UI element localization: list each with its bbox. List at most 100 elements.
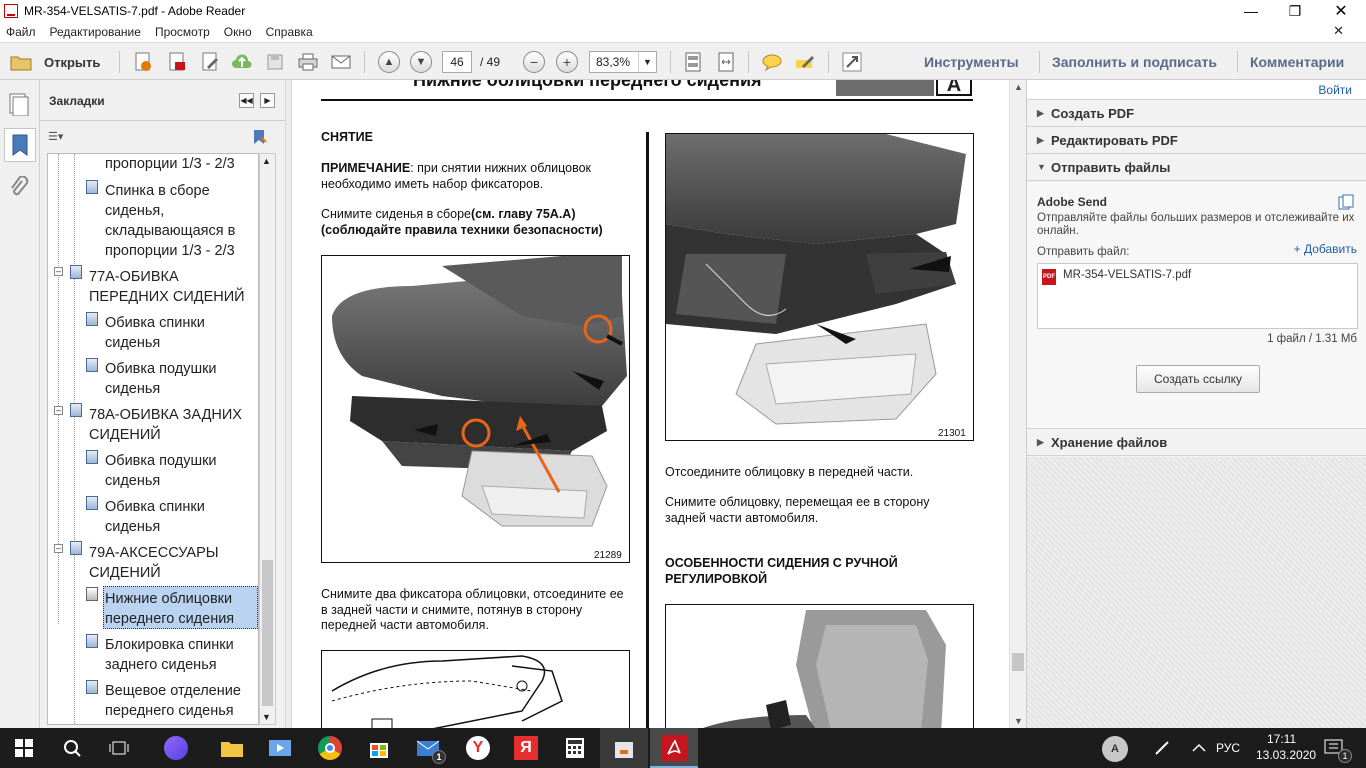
menu-window[interactable]: Окно	[224, 25, 252, 39]
scroll-up-icon[interactable]: ▲	[262, 156, 271, 166]
collapse-panel-icon[interactable]: ◀◀	[239, 93, 254, 108]
upload-cloud-icon[interactable]	[229, 50, 255, 74]
bookmarks-scrollbar[interactable]: ▲ ▼	[259, 153, 276, 725]
header-code-letter: A	[936, 80, 972, 96]
collapse-arrow-icon: ▼	[1037, 162, 1046, 172]
figure-seat-bottom	[321, 650, 630, 728]
java-icon[interactable]	[610, 734, 638, 762]
bookmark-item[interactable]: Обивка подушки сиденья	[105, 359, 255, 399]
bookmark-item[interactable]: Спинка в сборе сиденья, складывающаяся в…	[105, 181, 255, 261]
scroll-thumb[interactable]	[1012, 653, 1024, 671]
calculator-icon[interactable]	[561, 734, 589, 762]
page-thumbnails-icon[interactable]	[8, 92, 30, 119]
file-storage-section[interactable]: ▶ Хранение файлов	[1027, 429, 1366, 456]
menu-edit[interactable]: Редактирование	[50, 25, 141, 39]
media-player-icon[interactable]	[266, 734, 294, 762]
header-code-box	[836, 80, 934, 96]
menu-file[interactable]: Файл	[6, 25, 36, 39]
scroll-thumb[interactable]	[262, 560, 273, 706]
document-scrollbar[interactable]: ▲ ▼	[1009, 80, 1026, 728]
zoom-in-button[interactable]: +	[554, 50, 580, 74]
maximize-button[interactable]: ❐	[1272, 0, 1318, 22]
yandex-icon[interactable]: Я	[512, 734, 540, 762]
yandex-browser-icon[interactable]: Y	[464, 734, 492, 762]
menu-help[interactable]: Справка	[266, 25, 313, 39]
menu-view[interactable]: Просмотр	[155, 25, 210, 39]
create-pdf-icon[interactable]	[130, 50, 156, 74]
save-icon[interactable]	[262, 50, 288, 74]
bookmark-item[interactable]: 77A-ОБИВКА ПЕРЕДНИХ СИДЕНИЙ	[89, 267, 254, 307]
collapse-toggle-icon[interactable]: –	[54, 406, 63, 415]
comment-icon[interactable]	[759, 50, 785, 74]
create-pdf-section[interactable]: ▶ Создать PDF	[1027, 100, 1366, 127]
signin-link[interactable]: Войти	[1318, 83, 1352, 97]
task-view-icon[interactable]	[105, 734, 133, 762]
search-icon[interactable]	[58, 734, 86, 762]
windows-start-icon[interactable]	[10, 734, 38, 762]
expand-icon[interactable]	[839, 50, 865, 74]
print-icon[interactable]	[295, 50, 321, 74]
bookmark-item[interactable]: Обивка спинки сиденья	[105, 497, 255, 537]
open-folder-icon[interactable]	[8, 50, 34, 74]
attachments-icon[interactable]	[8, 175, 30, 203]
taskbar: 1 Y Я A РУС 17:11 13.03.2020 1	[0, 728, 1366, 768]
page-number-input[interactable]: 46	[442, 51, 472, 73]
clock-date[interactable]: 13.03.2020	[1256, 748, 1316, 762]
file-list[interactable]: PDF MR-354-VELSATIS-7.pdf	[1037, 263, 1358, 329]
clock-time[interactable]: 17:11	[1267, 732, 1296, 746]
bookmark-item[interactable]: 78A-ОБИВКА ЗАДНИХ СИДЕНИЙ	[89, 405, 254, 445]
close-document-icon[interactable]: ✕	[1333, 23, 1344, 39]
tools-button[interactable]: Инструменты	[924, 54, 1019, 70]
fit-width-icon[interactable]	[713, 50, 739, 74]
bookmark-item[interactable]: Вещевое отделение переднего сиденья	[105, 681, 255, 721]
fill-sign-button[interactable]: Заполнить и подписать	[1052, 54, 1217, 70]
adobe-reader-taskbar-icon[interactable]	[660, 734, 688, 762]
bookmarks-tab-icon[interactable]	[4, 128, 36, 162]
pen-workspace-icon[interactable]	[1148, 734, 1176, 762]
copy-icon[interactable]	[1338, 194, 1354, 210]
bookmark-item[interactable]: пропорции 1/3 - 2/3	[105, 154, 255, 174]
bookmark-item[interactable]: Блокировка спинки заднего сиденья	[105, 635, 255, 675]
next-page-button[interactable]: ▼	[408, 50, 434, 74]
send-files-section[interactable]: ▼ Отправить файлы	[1027, 154, 1366, 181]
scroll-down-icon[interactable]: ▼	[1014, 716, 1023, 726]
add-file-link[interactable]: + Добавить	[1294, 242, 1357, 256]
edit-pdf-icon[interactable]	[197, 50, 223, 74]
bookmark-item-selected[interactable]: Нижние облицовки переднего сидения	[105, 589, 255, 629]
zoom-out-button[interactable]: −	[521, 50, 547, 74]
store-icon[interactable]	[365, 734, 393, 762]
expand-panel-icon[interactable]: ▶	[260, 93, 275, 108]
scroll-up-icon[interactable]: ▲	[1014, 82, 1023, 92]
bookmark-item[interactable]: 79A-АКСЕССУАРЫ СИДЕНИЙ	[89, 543, 254, 583]
collapse-toggle-icon[interactable]: –	[54, 267, 63, 276]
email-icon[interactable]	[328, 50, 354, 74]
close-window-button[interactable]: ✕	[1318, 0, 1364, 22]
zoom-select[interactable]: 83,3% ▼	[589, 51, 657, 73]
chrome-icon[interactable]	[316, 734, 344, 762]
step2-paragraph: Снимите два фиксатора облицовки, отсоеди…	[321, 587, 624, 632]
scroll-down-icon[interactable]: ▼	[262, 712, 271, 722]
panel-splitter[interactable]	[285, 80, 292, 728]
user-avatar[interactable]: A	[1102, 736, 1128, 762]
language-indicator[interactable]: РУС	[1216, 741, 1240, 755]
alice-assistant-icon[interactable]	[162, 734, 190, 762]
fit-page-icon[interactable]	[680, 50, 706, 74]
export-pdf-icon[interactable]	[164, 50, 190, 74]
edit-pdf-section[interactable]: ▶ Редактировать PDF	[1027, 127, 1366, 154]
mail-icon[interactable]: 1	[414, 734, 446, 764]
open-button[interactable]: Открыть	[44, 55, 100, 70]
bookmark-item[interactable]: Обивка подушки сиденья	[105, 451, 255, 491]
file-explorer-icon[interactable]	[218, 734, 246, 762]
collapse-toggle-icon[interactable]: –	[54, 544, 63, 553]
chevron-up-icon[interactable]	[1185, 734, 1213, 762]
section-manual-heading: ОСОБЕННОСТИ СИДЕНИЯ С РУЧНОЙ РЕГУЛИРОВКО…	[665, 556, 898, 586]
bookmark-item[interactable]: Обивка спинки сиденья	[105, 313, 255, 353]
highlight-icon[interactable]	[792, 50, 818, 74]
prev-page-button[interactable]: ▲	[376, 50, 402, 74]
comments-button[interactable]: Комментарии	[1250, 54, 1344, 70]
chevron-down-icon[interactable]: ▼	[638, 52, 656, 72]
minimize-button[interactable]: —	[1228, 0, 1274, 22]
find-bookmark-icon[interactable]	[252, 128, 268, 149]
create-link-button[interactable]: Создать ссылку	[1136, 365, 1260, 393]
options-menu-icon[interactable]: ☰▾	[48, 130, 72, 144]
